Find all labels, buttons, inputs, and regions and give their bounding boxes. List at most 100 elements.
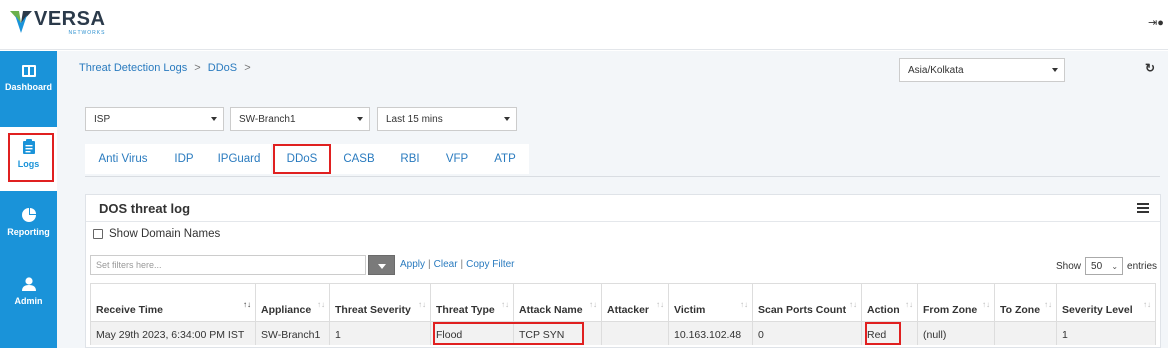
top-bar: VERSA NETWORKS ⇥● (0, 0, 1168, 50)
timezone-value: Asia/Kolkata (908, 65, 964, 76)
table-cell: SW-Branch1 (256, 321, 330, 345)
sort-desc-icon: ↑↓ (243, 300, 251, 309)
show-domain-names-checkbox[interactable] (93, 229, 103, 239)
table-cell: 1 (330, 321, 431, 345)
col-threat-severity[interactable]: Threat Severity ↑↓ (330, 283, 431, 321)
tab-divider (85, 176, 1160, 177)
tenant-value: ISP (94, 114, 111, 125)
sort-icon: ↑↓ (1143, 300, 1151, 309)
chevron-down-icon (357, 117, 363, 121)
tenant-select[interactable]: ISP (85, 107, 224, 131)
sort-icon: ↑↓ (849, 300, 857, 309)
chevron-down-icon (504, 117, 510, 121)
chevron-down-icon (211, 117, 217, 121)
tab-atp[interactable]: ATP (481, 144, 529, 174)
chevron-down-icon (1052, 68, 1058, 72)
filter-dropdown-button[interactable] (368, 255, 395, 275)
page-size-control: Show 50 ⌄ entries (1056, 257, 1157, 275)
breadcrumb-separator: > (244, 62, 251, 74)
time-range-value: Last 15 mins (386, 114, 443, 125)
page-size-select[interactable]: 50 ⌄ (1085, 257, 1124, 275)
sort-icon: ↑↓ (589, 300, 597, 309)
brand-subtitle: NETWORKS (68, 30, 106, 36)
col-appliance[interactable]: Appliance ↑↓ (256, 283, 330, 321)
appliance-value: SW-Branch1 (239, 114, 296, 125)
sidebar-item-dashboard[interactable]: Dashboard (0, 65, 57, 125)
table-cell: (null) (918, 321, 995, 345)
main-content: Threat Detection Logs > DDoS > Asia/Kolk… (57, 51, 1168, 348)
filter-actions: Apply | Clear | Copy Filter (400, 259, 515, 270)
panel-title: DOS threat log (99, 201, 191, 216)
filter-input[interactable]: Set filters here... (90, 255, 366, 275)
sort-icon: ↑↓ (317, 300, 325, 309)
col-to-zone[interactable]: To Zone ↑↓ (995, 283, 1057, 321)
threat-type-attack-highlight-box (433, 322, 584, 345)
col-attack-name[interactable]: Attack Name ↑↓ (514, 283, 602, 321)
sort-icon: ↑↓ (982, 300, 990, 309)
sort-icon: ↑↓ (418, 300, 426, 309)
breadcrumb: Threat Detection Logs > DDoS > (79, 62, 255, 74)
tab-idp[interactable]: IDP (161, 144, 207, 174)
ddos-tab-highlight-box (273, 144, 331, 174)
tab-rbi[interactable]: RBI (387, 144, 433, 174)
sidebar-item-label: Reporting (7, 227, 50, 237)
apply-link[interactable]: Apply (400, 259, 425, 270)
breadcrumb-ddos[interactable]: DDoS (208, 62, 237, 74)
tab-ipguard[interactable]: IPGuard (207, 144, 271, 174)
user-icon (21, 277, 36, 291)
sort-icon: ↑↓ (905, 300, 913, 309)
table-cell (602, 321, 669, 345)
col-threat-type[interactable]: Threat Type ↑↓ (431, 283, 514, 321)
sidebar-item-label: Dashboard (4, 82, 52, 92)
hamburger-menu-icon[interactable] (1137, 203, 1149, 215)
logs-highlight-box (8, 133, 54, 182)
show-label: Show (1056, 260, 1082, 272)
sort-icon: ↑↓ (1044, 300, 1052, 309)
entries-label: entries (1127, 260, 1158, 272)
chevron-down-icon: ⌄ (1111, 262, 1119, 271)
col-scan-ports-count[interactable]: Scan Ports Count ↑↓ (753, 283, 862, 321)
refresh-icon[interactable]: ↻ (1145, 61, 1155, 75)
tab-casb[interactable]: CASB (331, 144, 387, 174)
col-victim[interactable]: Victim ↑↓ (669, 283, 753, 321)
sort-icon: ↑↓ (656, 300, 664, 309)
action-highlight-box (865, 322, 901, 345)
sign-out-icon[interactable]: ⇥● (1148, 16, 1164, 29)
table-cell: 0 (753, 321, 862, 345)
sidebar-item-admin[interactable]: Admin (0, 277, 57, 337)
table-cell: May 29th 2023, 6:34:00 PM IST (90, 321, 256, 345)
panel-divider (86, 221, 1160, 222)
time-range-select[interactable]: Last 15 mins (377, 107, 517, 131)
sidebar-item-reporting[interactable]: Reporting (0, 208, 57, 268)
col-severity-level[interactable]: Severity Level ↑↓ (1057, 283, 1156, 321)
col-attacker[interactable]: Attacker ↑↓ (602, 283, 669, 321)
breadcrumb-separator: > (194, 62, 201, 74)
tab-vfp[interactable]: VFP (433, 144, 481, 174)
timezone-select[interactable]: Asia/Kolkata (899, 58, 1065, 82)
col-receive-time[interactable]: Receive Time ↑↓ (90, 283, 256, 321)
col-action[interactable]: Action ↑↓ (862, 283, 918, 321)
breadcrumb-threat-detection-logs[interactable]: Threat Detection Logs (79, 62, 187, 74)
dos-threat-log-panel: DOS threat log Show Domain Names Set fil… (85, 194, 1161, 348)
pie-chart-icon (21, 208, 36, 222)
sidebar: Dashboard Logs Reporting Admin (0, 51, 57, 348)
chevron-down-icon (378, 264, 386, 269)
copy-filter-link[interactable]: Copy Filter (466, 259, 514, 270)
table-cell (995, 321, 1057, 345)
sort-icon: ↑↓ (740, 300, 748, 309)
versa-logo-mark-icon (10, 11, 32, 33)
show-domain-names-label: Show Domain Names (109, 228, 221, 240)
clear-link[interactable]: Clear (434, 259, 458, 270)
tab-anti-virus[interactable]: Anti Virus (85, 144, 161, 174)
page-size-value: 50 (1091, 261, 1103, 272)
appliance-select[interactable]: SW-Branch1 (230, 107, 370, 131)
col-from-zone[interactable]: From Zone ↑↓ (918, 283, 995, 321)
table-cell: 1 (1057, 321, 1156, 345)
brand-name: VERSA (34, 8, 106, 30)
dashboard-icon (21, 65, 36, 77)
show-domain-names-toggle[interactable]: Show Domain Names (93, 228, 220, 240)
sidebar-item-label: Admin (14, 296, 43, 306)
sort-icon: ↑↓ (501, 300, 509, 309)
versa-logo: VERSA NETWORKS (10, 9, 105, 36)
table-cell: 10.163.102.48 (669, 321, 753, 345)
